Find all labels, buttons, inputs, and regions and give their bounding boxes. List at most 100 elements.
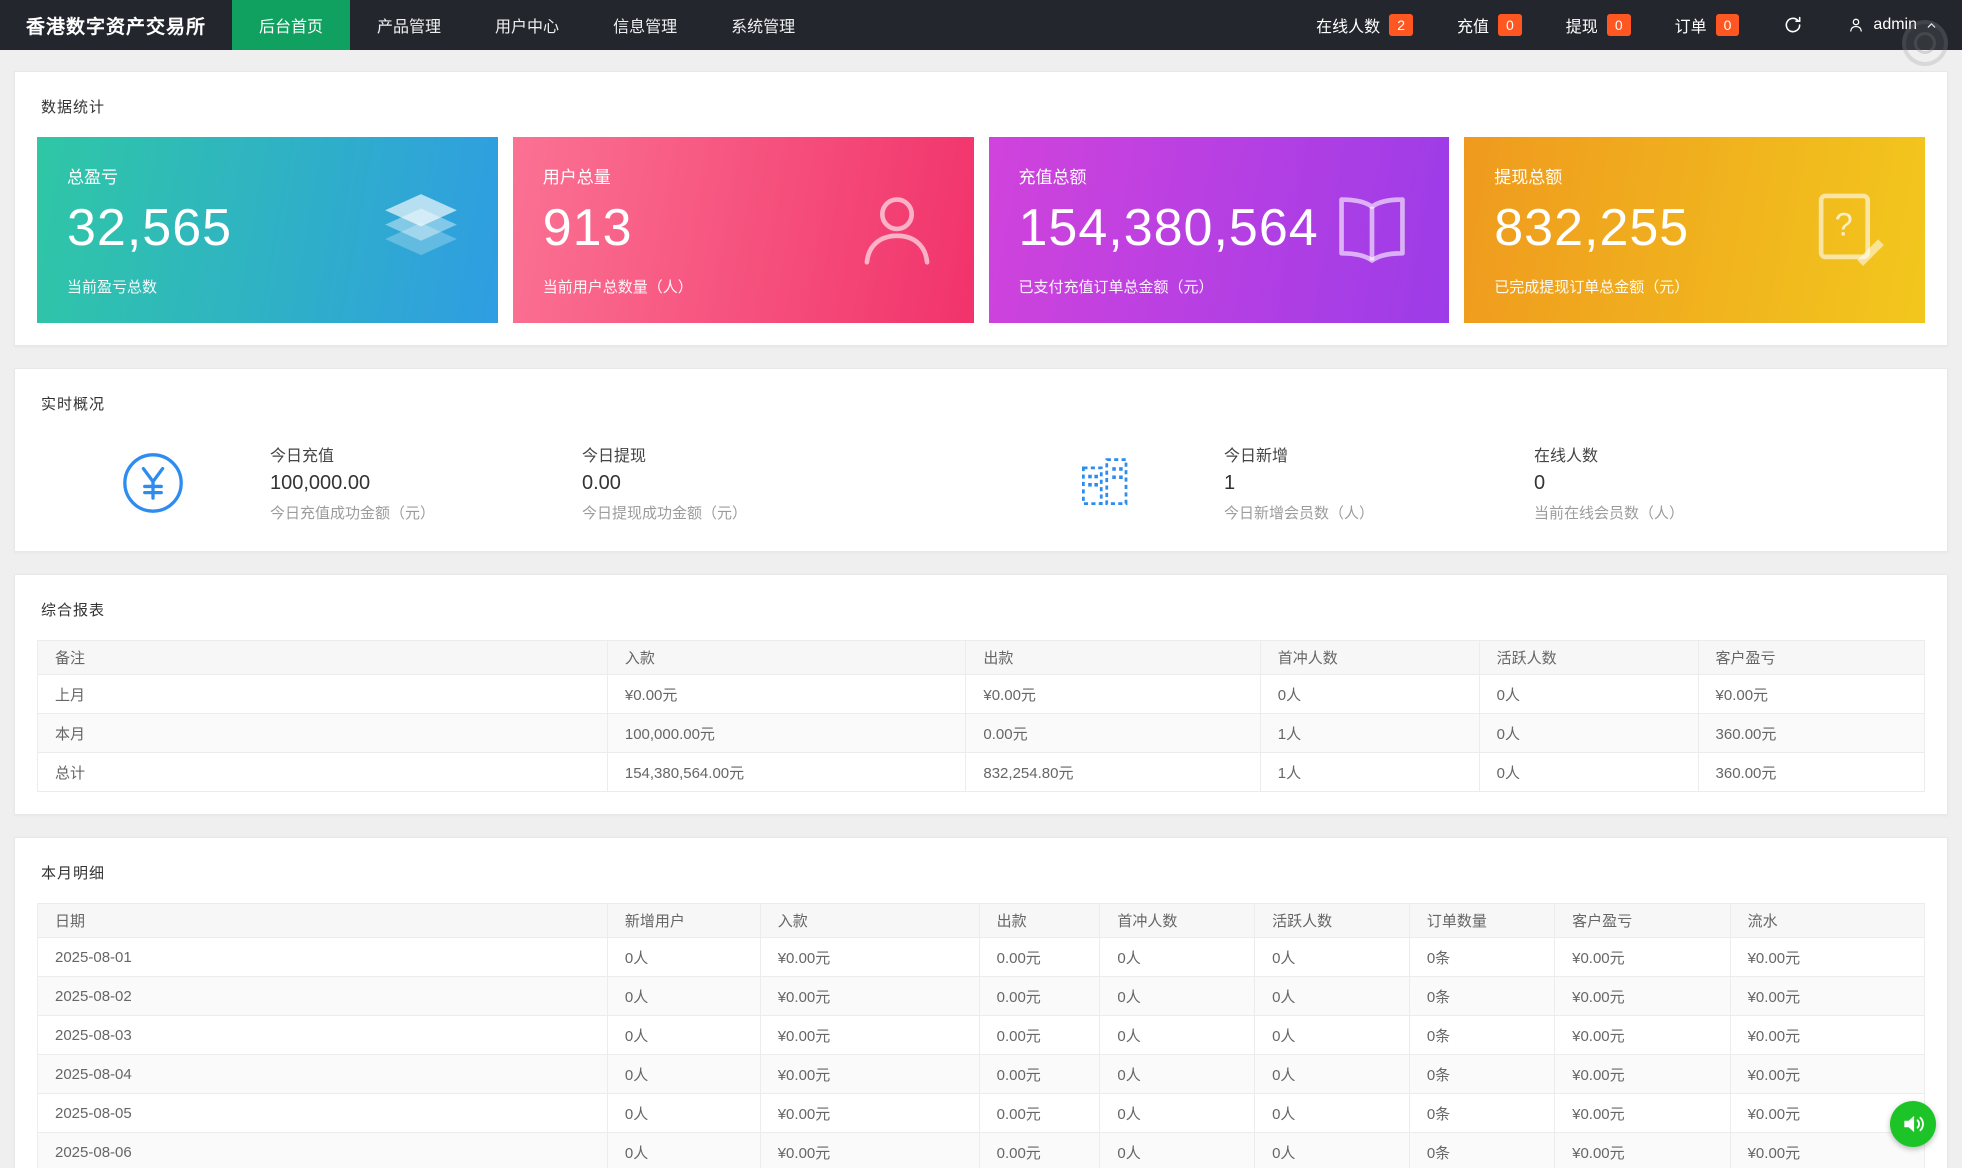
- stat-card-total-withdraw: 提现总额 832,255 已完成提现订单总金额（元） ?: [1464, 137, 1925, 323]
- nav-item-products[interactable]: 产品管理: [350, 0, 468, 50]
- user-menu[interactable]: admin: [1847, 16, 1938, 34]
- table-cell: 1人: [1259, 752, 1480, 792]
- user-icon: [1847, 16, 1865, 34]
- table-cell: 154,380,564.00元: [606, 752, 967, 792]
- table-cell: 0人: [1099, 1093, 1256, 1133]
- table-cell: 0.00元: [978, 976, 1101, 1016]
- nav-counter-orders[interactable]: 订单 0: [1675, 13, 1740, 37]
- metric-caption: 今日充值成功金额（元）: [270, 505, 436, 522]
- person-icon: [854, 187, 940, 273]
- column-header: 首冲人数: [1099, 903, 1256, 938]
- card-caption: 当前盈亏总数: [67, 279, 158, 296]
- table-cell: ¥0.00元: [1554, 1015, 1731, 1055]
- header-row: 备注 入款 出款 首冲人数 活跃人数 客户盈亏: [37, 640, 1926, 675]
- report-table-body: 上月 ¥0.00元 ¥0.00元 0人 0人 ¥0.00元 本月 100,000.00元 0.0…: [37, 674, 1926, 792]
- yen-circle-icon: [120, 450, 186, 516]
- metric-today-recharge: 今日充值 100,000.00 今日充值成功金额（元）: [270, 442, 582, 523]
- table-cell: 0人: [1259, 674, 1480, 714]
- table-cell: ¥0.00元: [606, 674, 967, 714]
- metric-online-members: 在线人数 0 当前在线会员数（人）: [1534, 442, 1925, 523]
- table-cell: 0人: [1478, 713, 1699, 753]
- table-cell: 0.00元: [978, 1015, 1101, 1055]
- nav-item-system[interactable]: 系统管理: [704, 0, 822, 50]
- metric-label: 今日新增: [1224, 448, 1289, 465]
- monthly-table: 日期 新增用户 入款 出款 首冲人数 活跃人数 订单数量 客户盈亏 流水 2025-08-01 0…: [37, 903, 1926, 1168]
- metric-value: 0: [1534, 472, 1546, 494]
- table-cell: 2025-08-03: [37, 1015, 608, 1055]
- table-cell: 0条: [1408, 1054, 1556, 1094]
- nav-item-info[interactable]: 信息管理: [586, 0, 704, 50]
- report-panel-title: 综合报表: [41, 602, 106, 619]
- metric-today-withdraw: 今日提现 0.00 今日提现成功金额（元）: [582, 442, 1071, 523]
- column-header: 活跃人数: [1478, 640, 1699, 675]
- svg-text:?: ?: [1835, 206, 1853, 242]
- table-cell: 0人: [606, 1132, 761, 1168]
- refresh-icon[interactable]: [1783, 15, 1803, 35]
- table-row: 2025-08-06 0人 ¥0.00元 0.00元 0人 0人 0条 ¥0.00元 ¥0.00…: [37, 1132, 1926, 1168]
- main-content: 数据统计 总盈亏 32,565 当前盈亏总数 用户总量 913 当前用户总数量（…: [0, 50, 1962, 1168]
- table-cell: 0人: [1254, 976, 1410, 1016]
- table-cell: 0.00元: [978, 1093, 1101, 1133]
- table-cell: 1人: [1259, 713, 1480, 753]
- table-cell: 0人: [606, 976, 761, 1016]
- metric-value: 100,000.00: [270, 472, 371, 494]
- brand-title: 香港数字资产交易所: [26, 16, 207, 38]
- report-table-head: 备注 入款 出款 首冲人数 活跃人数 客户盈亏: [37, 640, 1926, 675]
- column-header: 出款: [965, 640, 1261, 675]
- document-question-icon: ?: [1805, 187, 1891, 273]
- nav-counter-withdraw[interactable]: 提现 0: [1566, 13, 1631, 37]
- column-header: 入款: [606, 640, 967, 675]
- counter-label: 订单: [1674, 19, 1707, 36]
- table-cell: 0条: [1408, 937, 1556, 977]
- stats-panel: 数据统计 总盈亏 32,565 当前盈亏总数 用户总量 913 当前用户总数量（…: [14, 71, 1948, 346]
- navbar-right: 在线人数 2 充值 0 提现 0 订单 0 admin: [1316, 0, 1962, 50]
- counter-label: 提现: [1565, 19, 1598, 36]
- metric-label: 今日提现: [582, 448, 647, 465]
- table-cell: 0.00元: [978, 937, 1101, 977]
- table-cell: 2025-08-01: [37, 937, 608, 977]
- top-navbar: 香港数字资产交易所 后台首页 产品管理 用户中心 信息管理 系统管理 在线人数 …: [0, 0, 1962, 50]
- nav-item-dashboard[interactable]: 后台首页: [232, 0, 351, 50]
- table-cell: 0人: [1099, 1054, 1256, 1094]
- table-cell: ¥0.00元: [1554, 976, 1731, 1016]
- nav-item-user-center[interactable]: 用户中心: [468, 0, 586, 50]
- table-cell: 2025-08-05: [37, 1093, 608, 1133]
- table-cell: 0.00元: [978, 1132, 1101, 1168]
- monthly-table-body: 2025-08-01 0人 ¥0.00元 0.00元 0人 0人 0条 ¥0.00元 ¥0.00…: [37, 937, 1926, 1168]
- table-cell: 本月: [37, 713, 608, 753]
- table-cell: 0条: [1408, 976, 1556, 1016]
- table-cell: 0人: [1254, 1015, 1410, 1055]
- report-table: 备注 入款 出款 首冲人数 活跃人数 客户盈亏 上月 ¥0.00元 ¥0.00元 0人 0人 ¥0.…: [37, 640, 1926, 792]
- counter-label: 在线人数: [1316, 19, 1381, 36]
- table-cell: 0人: [1099, 937, 1256, 977]
- stat-card-total-recharge: 充值总额 154,380,564 已支付充值订单总金额（元）: [988, 137, 1450, 323]
- table-cell: 0.00元: [965, 713, 1261, 753]
- table-row: 2025-08-01 0人 ¥0.00元 0.00元 0人 0人 0条 ¥0.00元 ¥0.00…: [37, 937, 1926, 977]
- metric-label: 在线人数: [1534, 448, 1599, 465]
- card-label: 用户总量: [542, 168, 611, 187]
- realtime-panel: 实时概况 今日充值 100,000.00 今日充值成功金额（元） 今日提现 0.…: [14, 368, 1948, 552]
- table-cell: 0人: [1099, 976, 1256, 1016]
- card-caption: 当前用户总数量（人）: [542, 279, 693, 296]
- column-header: 日期: [37, 903, 608, 938]
- sound-toggle-button[interactable]: [1890, 1101, 1936, 1147]
- table-row: 2025-08-05 0人 ¥0.00元 0.00元 0人 0人 0条 ¥0.00元 ¥0.00…: [37, 1093, 1926, 1133]
- table-cell: 0人: [606, 1054, 761, 1094]
- table-cell: ¥0.00元: [759, 976, 980, 1016]
- table-row: 总计 154,380,564.00元 832,254.80元 1人 0人 360.00元: [37, 752, 1926, 792]
- table-cell: ¥0.00元: [759, 1093, 980, 1133]
- table-cell: 0人: [606, 1015, 761, 1055]
- counter-label: 充值: [1456, 19, 1489, 36]
- column-header: 首冲人数: [1259, 640, 1480, 675]
- metric-caption: 今日提现成功金额（元）: [582, 505, 748, 522]
- column-header: 订单数量: [1408, 903, 1556, 938]
- column-header: 客户盈亏: [1697, 640, 1926, 675]
- card-label: 提现总额: [1494, 168, 1563, 187]
- table-row: 2025-08-02 0人 ¥0.00元 0.00元 0人 0人 0条 ¥0.00元 ¥0.00…: [37, 976, 1926, 1016]
- speaker-icon: [1904, 1115, 1924, 1133]
- nav-counter-online[interactable]: 在线人数 2: [1316, 13, 1413, 37]
- stat-card-total-users: 用户总量 913 当前用户总数量（人）: [512, 137, 974, 323]
- main-nav: 后台首页 产品管理 用户中心 信息管理 系统管理: [232, 0, 822, 50]
- nav-counter-recharge[interactable]: 充值 0: [1457, 13, 1522, 37]
- metric-caption: 今日新增会员数（人）: [1224, 505, 1375, 522]
